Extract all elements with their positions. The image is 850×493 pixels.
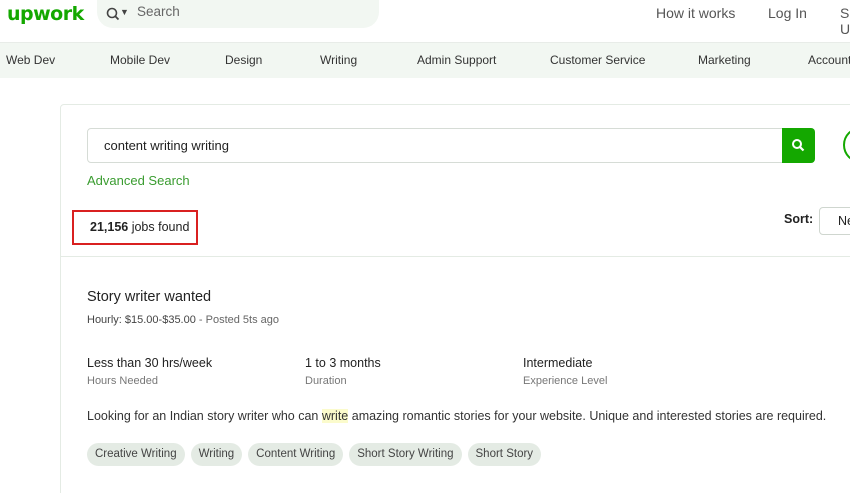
top-search-bar[interactable]: ▼ Search — [97, 0, 379, 28]
hours-needed-label: Hours Needed — [87, 375, 158, 387]
experience-level-label: Experience Level — [523, 375, 608, 387]
skill-tag[interactable]: Creative Writing — [87, 443, 185, 466]
sort-label: Sort: — [784, 212, 814, 226]
category-marketing[interactable]: Marketing — [698, 53, 751, 67]
jobs-found-count: 21,156 jobs found — [72, 210, 198, 245]
job-search-input[interactable] — [88, 129, 782, 162]
job-posted: - Posted 5ts ago — [195, 314, 280, 326]
category-admin-support[interactable]: Admin Support — [417, 53, 496, 67]
chevron-down-icon[interactable]: ▼ — [120, 5, 129, 19]
skill-tag[interactable]: Writing — [190, 443, 243, 466]
category-web-dev[interactable]: Web Dev — [6, 53, 55, 67]
category-writing[interactable]: Writing — [320, 53, 357, 67]
skill-tag[interactable]: Short Story Writing — [349, 443, 462, 466]
duration-label: Duration — [305, 375, 347, 387]
upwork-logo[interactable]: upwork — [7, 3, 84, 25]
search-icon — [792, 139, 805, 152]
category-mobile-dev[interactable]: Mobile Dev — [110, 53, 170, 67]
category-design[interactable]: Design — [225, 53, 262, 67]
jobs-count-suffix: jobs found — [128, 220, 190, 234]
job-meta: Hourly: $15.00-$35.00 - Posted 5ts ago — [87, 314, 279, 326]
sort-dropdown[interactable]: Newest — [819, 207, 850, 235]
jobs-found-text: 21,156 jobs found — [90, 220, 189, 234]
skill-tags: Creative Writing Writing Content Writing Sh… — [87, 443, 547, 466]
sign-up-link[interactable]: Sign Up — [840, 5, 850, 37]
skill-tag[interactable]: Short Story — [467, 443, 542, 466]
divider — [61, 256, 850, 257]
sort-value: Newest — [838, 214, 850, 228]
description-part: amazing romantic stories for your websit… — [348, 409, 827, 423]
job-search-field[interactable] — [87, 128, 783, 163]
top-search-placeholder: Search — [137, 4, 180, 19]
job-description: Looking for an Indian story writer who c… — [87, 409, 826, 423]
job-title-link[interactable]: Story writer wanted — [87, 289, 211, 305]
duration-value: 1 to 3 months — [305, 356, 381, 370]
category-accounting[interactable]: Accounting — [808, 53, 850, 67]
skill-tag[interactable]: Content Writing — [248, 443, 344, 466]
how-it-works-link[interactable]: How it works — [656, 5, 735, 21]
top-header: upwork ▼ Search How it works Log In Sign… — [0, 0, 850, 42]
description-highlight: write — [321, 409, 349, 423]
hours-needed-value: Less than 30 hrs/week — [87, 356, 213, 370]
search-button[interactable] — [782, 128, 815, 163]
experience-level-value: Intermediate — [523, 356, 593, 370]
category-customer-service[interactable]: Customer Service — [550, 53, 645, 67]
category-nav: Web Dev Mobile Dev Design Writing Admin … — [0, 42, 850, 78]
log-in-link[interactable]: Log In — [768, 5, 807, 21]
jobs-count: 21,156 — [90, 220, 129, 234]
job-rate: Hourly: $15.00-$35.00 — [87, 314, 196, 326]
advanced-search-link[interactable]: Advanced Search — [87, 173, 190, 188]
description-part: Looking for an Indian story writer who c… — [87, 409, 322, 423]
